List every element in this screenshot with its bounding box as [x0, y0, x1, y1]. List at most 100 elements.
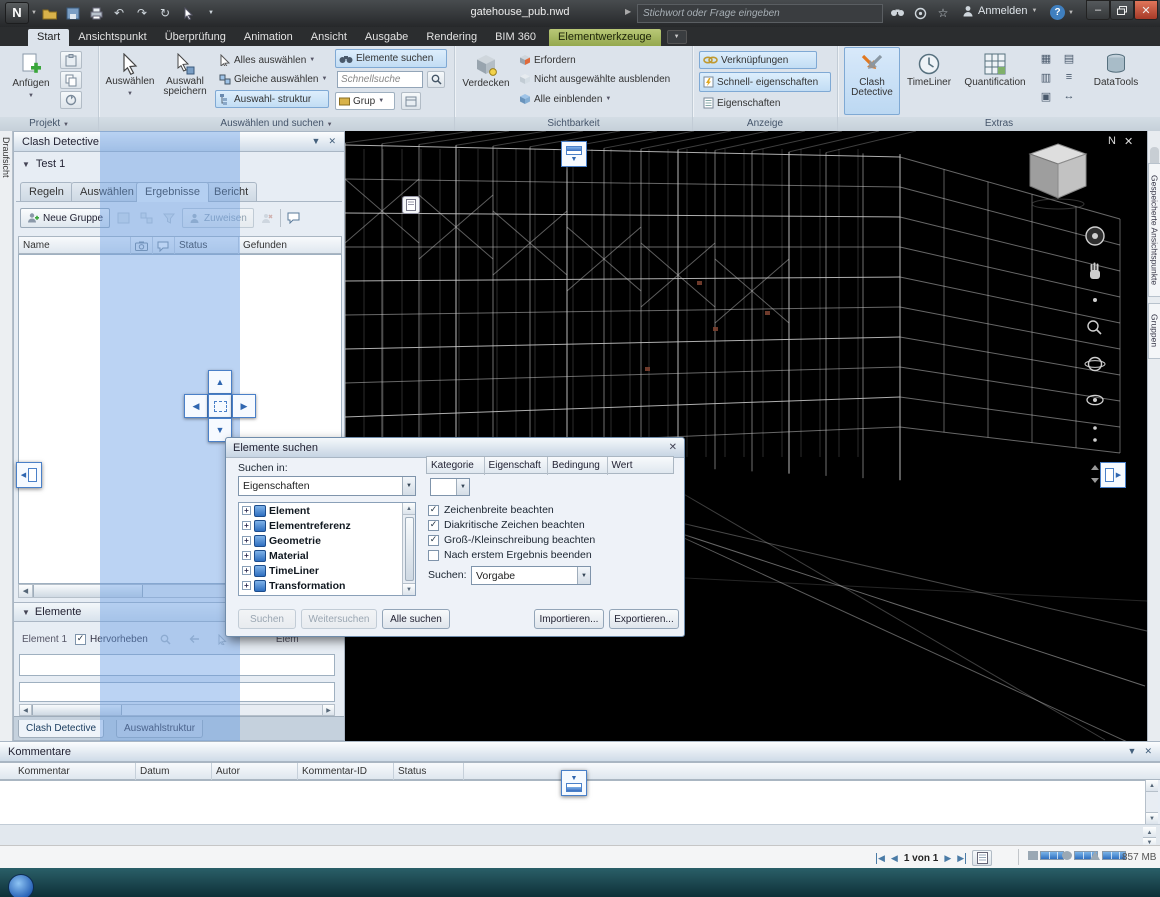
group-dropdown[interactable]: Grup ▼: [335, 92, 395, 110]
compare-button[interactable]: ▥: [1036, 69, 1056, 85]
column-kategorie[interactable]: Kategorie: [427, 457, 485, 475]
tab-gruppen[interactable]: Gruppen: [1148, 303, 1160, 359]
tree-vscrollbar[interactable]: ▲ ▼: [402, 503, 415, 595]
help-button[interactable]: ? ▼: [1050, 5, 1074, 20]
viewport-marker-icon[interactable]: [402, 196, 420, 214]
refresh-button[interactable]: ↻: [155, 3, 175, 23]
save-selection-button[interactable]: Auswahl speichern: [158, 48, 212, 112]
tree-item-material[interactable]: + Material: [239, 548, 415, 563]
panel-close-icon[interactable]: ✕: [1144, 746, 1152, 757]
tab-ansichtspunkt[interactable]: Ansichtspunkt: [69, 29, 155, 46]
selection-tree-button[interactable]: Auswahl- struktur: [215, 90, 329, 108]
search-icon[interactable]: [888, 4, 906, 22]
viewport-3d[interactable]: [345, 131, 1147, 741]
find-items-button[interactable]: Elemente suchen: [335, 49, 447, 68]
animator-button[interactable]: ▦: [1036, 50, 1056, 66]
hide-unselected-button[interactable]: Nicht ausgewählte ausblenden: [515, 70, 674, 88]
viewport-window-badge[interactable]: N: [1108, 135, 1116, 148]
tab-animation[interactable]: Animation: [235, 29, 302, 46]
search-mode-dropdown[interactable]: Vorgabe ▼: [471, 566, 591, 585]
sheet-browser-button[interactable]: [972, 850, 993, 866]
panel-close-icon[interactable]: ✕: [328, 136, 336, 147]
next-sheet-icon[interactable]: ▶: [944, 853, 951, 864]
comments-vscrollbar[interactable]: ▲ ▼: [1145, 780, 1158, 824]
select-same-button[interactable]: Gleiche auswählen ▼: [215, 70, 331, 88]
unassign-button[interactable]: [257, 209, 277, 227]
column-found[interactable]: Gefunden: [239, 237, 343, 255]
checkbox[interactable]: [428, 519, 439, 531]
group-label-projekt[interactable]: Projekt ▼: [0, 117, 98, 131]
import-button[interactable]: Importieren...: [534, 609, 604, 629]
checkbox-row-gross-klein[interactable]: Groß-/Kleinschreibung beachten: [428, 534, 595, 546]
scripter-button[interactable]: ▤: [1059, 50, 1079, 66]
select-tool-button[interactable]: [178, 3, 198, 23]
tab-elementwerkzeuge[interactable]: Elementwerkzeuge: [549, 29, 661, 46]
tab-start[interactable]: Start: [28, 29, 70, 46]
undo-button[interactable]: ↶: [109, 3, 129, 23]
comments-header[interactable]: Kommentare ▼ ✕: [0, 742, 1160, 762]
group-extra-button[interactable]: [401, 92, 421, 110]
expand-icon[interactable]: +: [242, 506, 251, 515]
bottom-tab-clash-detective[interactable]: Clash Detective: [18, 720, 105, 738]
category-tree[interactable]: + Element + Elementreferenz + Geometrie + Ma…: [238, 502, 416, 596]
find-next-button[interactable]: Weitersuchen: [301, 609, 377, 629]
scroll-up-icon[interactable]: ▲: [403, 503, 415, 515]
redo-button[interactable]: ↷: [132, 3, 152, 23]
new-group-button[interactable]: Neue Gruppe: [20, 208, 111, 228]
column-kommentar-id[interactable]: Kommentar-ID: [298, 763, 394, 781]
column-autor[interactable]: Autor: [212, 763, 298, 781]
column-status[interactable]: Status: [394, 763, 464, 781]
minimize-button[interactable]: –: [1086, 0, 1110, 20]
expand-icon[interactable]: +: [242, 536, 251, 545]
group-label-auswaehlen[interactable]: Auswählen und suchen ▼: [99, 117, 454, 131]
search-input[interactable]: [637, 4, 883, 23]
hide-button[interactable]: Verdecken: [461, 48, 511, 112]
collapse-chevron-icon[interactable]: ▼: [22, 160, 30, 169]
panel-pin-icon[interactable]: ▼: [312, 136, 321, 147]
tab-bim360[interactable]: BIM 360: [486, 29, 545, 46]
print-button[interactable]: [86, 3, 106, 23]
application-menu-caret-icon[interactable]: ▼: [31, 10, 37, 16]
datatools-button[interactable]: DataTools: [1086, 47, 1146, 115]
column-wert[interactable]: Wert: [608, 457, 673, 475]
navigation-bar[interactable]: [1082, 222, 1108, 492]
tab-gespeicherte-ansichtspunkte[interactable]: Gespeicherte Ansichtspunkte: [1148, 163, 1160, 297]
tree-item-elementreferenz[interactable]: + Elementreferenz: [239, 518, 415, 533]
open-button[interactable]: [40, 3, 60, 23]
batch-utility-button[interactable]: ≡: [1059, 69, 1079, 85]
scroll-left-icon[interactable]: ◀: [20, 705, 32, 715]
quantification-button[interactable]: Quantification: [958, 47, 1032, 115]
links-button[interactable]: Verknüpfungen: [699, 51, 817, 69]
tab-ansicht[interactable]: Ansicht: [302, 29, 356, 46]
checkbox-row-erstes-ergebnis[interactable]: Nach erstem Ergebnis beenden: [428, 549, 592, 561]
tab-regeln[interactable]: Regeln: [20, 182, 73, 202]
find-all-button[interactable]: Alle suchen: [382, 609, 450, 629]
viewport-close-icon[interactable]: ✕: [1124, 135, 1133, 148]
paste-button[interactable]: [60, 51, 82, 69]
start-button[interactable]: [8, 874, 34, 897]
clash-detective-button[interactable]: Clash Detective: [844, 47, 900, 115]
collapse-chevron-icon[interactable]: ▼: [22, 608, 30, 617]
restore-button[interactable]: [1110, 0, 1134, 20]
close-button[interactable]: ✕: [1134, 0, 1158, 20]
tab-ueberpruefung[interactable]: Überprüfung: [156, 29, 235, 46]
checkbox[interactable]: [428, 504, 439, 516]
convert-button[interactable]: ↔: [1059, 88, 1079, 104]
tree-item-timeliner[interactable]: + TimeLiner: [239, 563, 415, 578]
signin-button[interactable]: Anmelden ▼: [962, 5, 1038, 17]
append-button[interactable]: Anfügen ▼: [8, 48, 54, 112]
scroll-down-icon[interactable]: ▼: [403, 583, 415, 595]
select-button[interactable]: Auswählen ▼: [104, 48, 156, 112]
previous-sheet-icon[interactable]: ◀: [891, 853, 898, 864]
highlight-checkbox[interactable]: [75, 633, 87, 645]
favorites-star-icon[interactable]: ☆: [934, 4, 952, 22]
exchange-apps-icon[interactable]: [911, 4, 929, 22]
viewcube[interactable]: [1020, 136, 1096, 212]
application-menu-button[interactable]: N: [5, 2, 29, 24]
tab-draufsicht[interactable]: Draufsicht: [1, 137, 11, 178]
last-sheet-icon[interactable]: ▶: [957, 852, 967, 864]
timeliner-button[interactable]: TimeLiner: [902, 47, 956, 115]
scrollbar-thumb[interactable]: [404, 517, 414, 581]
column-bedingung[interactable]: Bedingung: [548, 457, 608, 475]
export-button[interactable]: Exportieren...: [609, 609, 679, 629]
